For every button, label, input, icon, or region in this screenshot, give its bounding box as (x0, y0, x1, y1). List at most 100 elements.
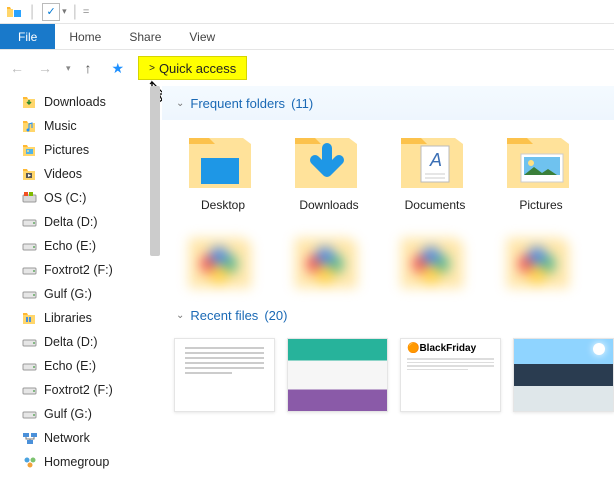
drive-icon (22, 358, 38, 374)
folder-item[interactable]: Pictures (488, 120, 594, 212)
group-label: Frequent folders (190, 96, 285, 111)
sidebar-item-label: OS (C:) (44, 191, 86, 205)
sidebar-item[interactable]: OS (C:) (0, 186, 150, 210)
recent-file-thumb[interactable] (174, 338, 275, 412)
sidebar-item[interactable]: Pictures (0, 138, 150, 162)
folder-icon (501, 224, 581, 292)
sidebar-item[interactable]: Foxtrot2 (F:) (0, 378, 150, 402)
folder-item[interactable]: Desktop (170, 120, 276, 212)
back-button[interactable]: ← (10, 60, 24, 76)
sidebar-item-label: Foxtrot2 (F:) (44, 383, 113, 397)
sidebar-item-label: Gulf (G:) (44, 407, 92, 421)
group-frequent-folders[interactable]: ⌄ Frequent folders (11) (162, 86, 614, 120)
sidebar-item[interactable]: Homegroup (0, 450, 150, 474)
sidebar-item[interactable]: Music (0, 114, 150, 138)
drive-icon (22, 406, 38, 422)
folder-item-blurred[interactable] (170, 220, 276, 298)
qat-divider: | (30, 3, 34, 21)
qat-properties-button[interactable]: ✓ (42, 3, 60, 21)
titlebar: | ✓ ▾ | = (0, 0, 614, 24)
folder-label: Desktop (170, 198, 276, 212)
sidebar-item[interactable]: Gulf (G:) (0, 402, 150, 426)
recent-file-thumb[interactable] (287, 338, 388, 412)
sidebar-item[interactable]: Downloads (0, 90, 150, 114)
download-icon (22, 94, 38, 110)
sidebar-item-label: Delta (D:) (44, 215, 97, 229)
folder-icon (289, 224, 369, 292)
scrollbar[interactable] (150, 86, 160, 256)
recent-thumb-label: BlackFriday (419, 343, 476, 354)
sidebar-item-label: Homegroup (44, 455, 109, 469)
group-recent-files[interactable]: ⌄ Recent files (20) (162, 298, 614, 332)
forward-button[interactable]: → (38, 60, 52, 76)
drive-icon (22, 286, 38, 302)
sidebar-item[interactable]: Gulf (G:) (0, 282, 150, 306)
os-icon (22, 190, 38, 206)
breadcrumb-quick-access[interactable]: > Quick access (138, 56, 247, 80)
group-count: (11) (291, 96, 313, 111)
folder-icon: A (395, 124, 475, 192)
folder-item-blurred[interactable] (276, 220, 382, 298)
recent-file-thumb[interactable]: 🟠BlackFriday (400, 338, 501, 412)
group-label: Recent files (190, 308, 258, 323)
tab-share[interactable]: Share (115, 24, 175, 49)
sidebar-item[interactable]: Echo (E:) (0, 354, 150, 378)
folder-label: Downloads (276, 198, 382, 212)
qat-equals: = (83, 6, 89, 18)
sidebar-item-label: Music (44, 119, 77, 133)
folder-label: Documents (382, 198, 488, 212)
ribbon-tabs: File Home Share View (0, 24, 614, 50)
folder-label: Pictures (488, 198, 594, 212)
qat-divider-2: | (73, 3, 77, 21)
drive-icon (22, 262, 38, 278)
up-button[interactable]: ↑ (85, 60, 92, 76)
pictures-icon (22, 142, 38, 158)
chevron-down-icon: ⌄ (176, 310, 184, 321)
music-icon (22, 118, 38, 134)
breadcrumb-label: Quick access (159, 61, 236, 76)
network-icon (22, 430, 38, 446)
history-dropdown[interactable]: ▾ (66, 63, 71, 74)
folder-icon (183, 224, 263, 292)
chevron-down-icon: ⌄ (176, 98, 184, 109)
group-count: (20) (264, 308, 287, 323)
drive-icon (22, 214, 38, 230)
homegroup-icon (22, 454, 38, 470)
sidebar-item-label: Echo (E:) (44, 239, 96, 253)
tab-home[interactable]: Home (55, 24, 115, 49)
chevron-right-icon: > (149, 63, 155, 74)
libraries-icon (22, 310, 38, 326)
folder-item-blurred[interactable] (382, 220, 488, 298)
sidebar-item-label: Libraries (44, 311, 92, 325)
folder-item-blurred[interactable] (488, 220, 594, 298)
folder-icon (289, 124, 369, 192)
drive-icon (22, 238, 38, 254)
sidebar-item-label: Delta (D:) (44, 335, 97, 349)
folder-icon (183, 124, 263, 192)
folder-item[interactable]: A Documents (382, 120, 488, 212)
sidebar-item[interactable]: Network (0, 426, 150, 450)
videos-icon (22, 166, 38, 182)
content-pane: ⌄ Frequent folders (11) DesktopDownloads… (150, 86, 614, 502)
file-tab[interactable]: File (0, 24, 55, 49)
folder-icon (395, 224, 475, 292)
sidebar-item[interactable]: Delta (D:) (0, 210, 150, 234)
drive-icon (22, 334, 38, 350)
folder-item[interactable]: Downloads (276, 120, 382, 212)
sidebar-item[interactable]: Videos (0, 162, 150, 186)
sidebar-item-label: Downloads (44, 95, 106, 109)
sidebar-item-label: Network (44, 431, 90, 445)
drive-icon (22, 382, 38, 398)
app-icon (6, 4, 22, 20)
nav-bar: ← → ▾ ↑ ★ > Quick access (0, 50, 614, 86)
sidebar-item[interactable]: Echo (E:) (0, 234, 150, 258)
qat-dropdown[interactable]: ▾ (62, 6, 67, 17)
sidebar-item[interactable]: Foxtrot2 (F:) (0, 258, 150, 282)
folder-icon (501, 124, 581, 192)
sidebar-item[interactable]: Delta (D:) (0, 330, 150, 354)
star-icon: ★ (112, 60, 125, 77)
tab-view[interactable]: View (175, 24, 229, 49)
sidebar-item[interactable]: Libraries (0, 306, 150, 330)
svg-text:A: A (429, 150, 442, 170)
recent-file-thumb[interactable] (513, 338, 614, 412)
